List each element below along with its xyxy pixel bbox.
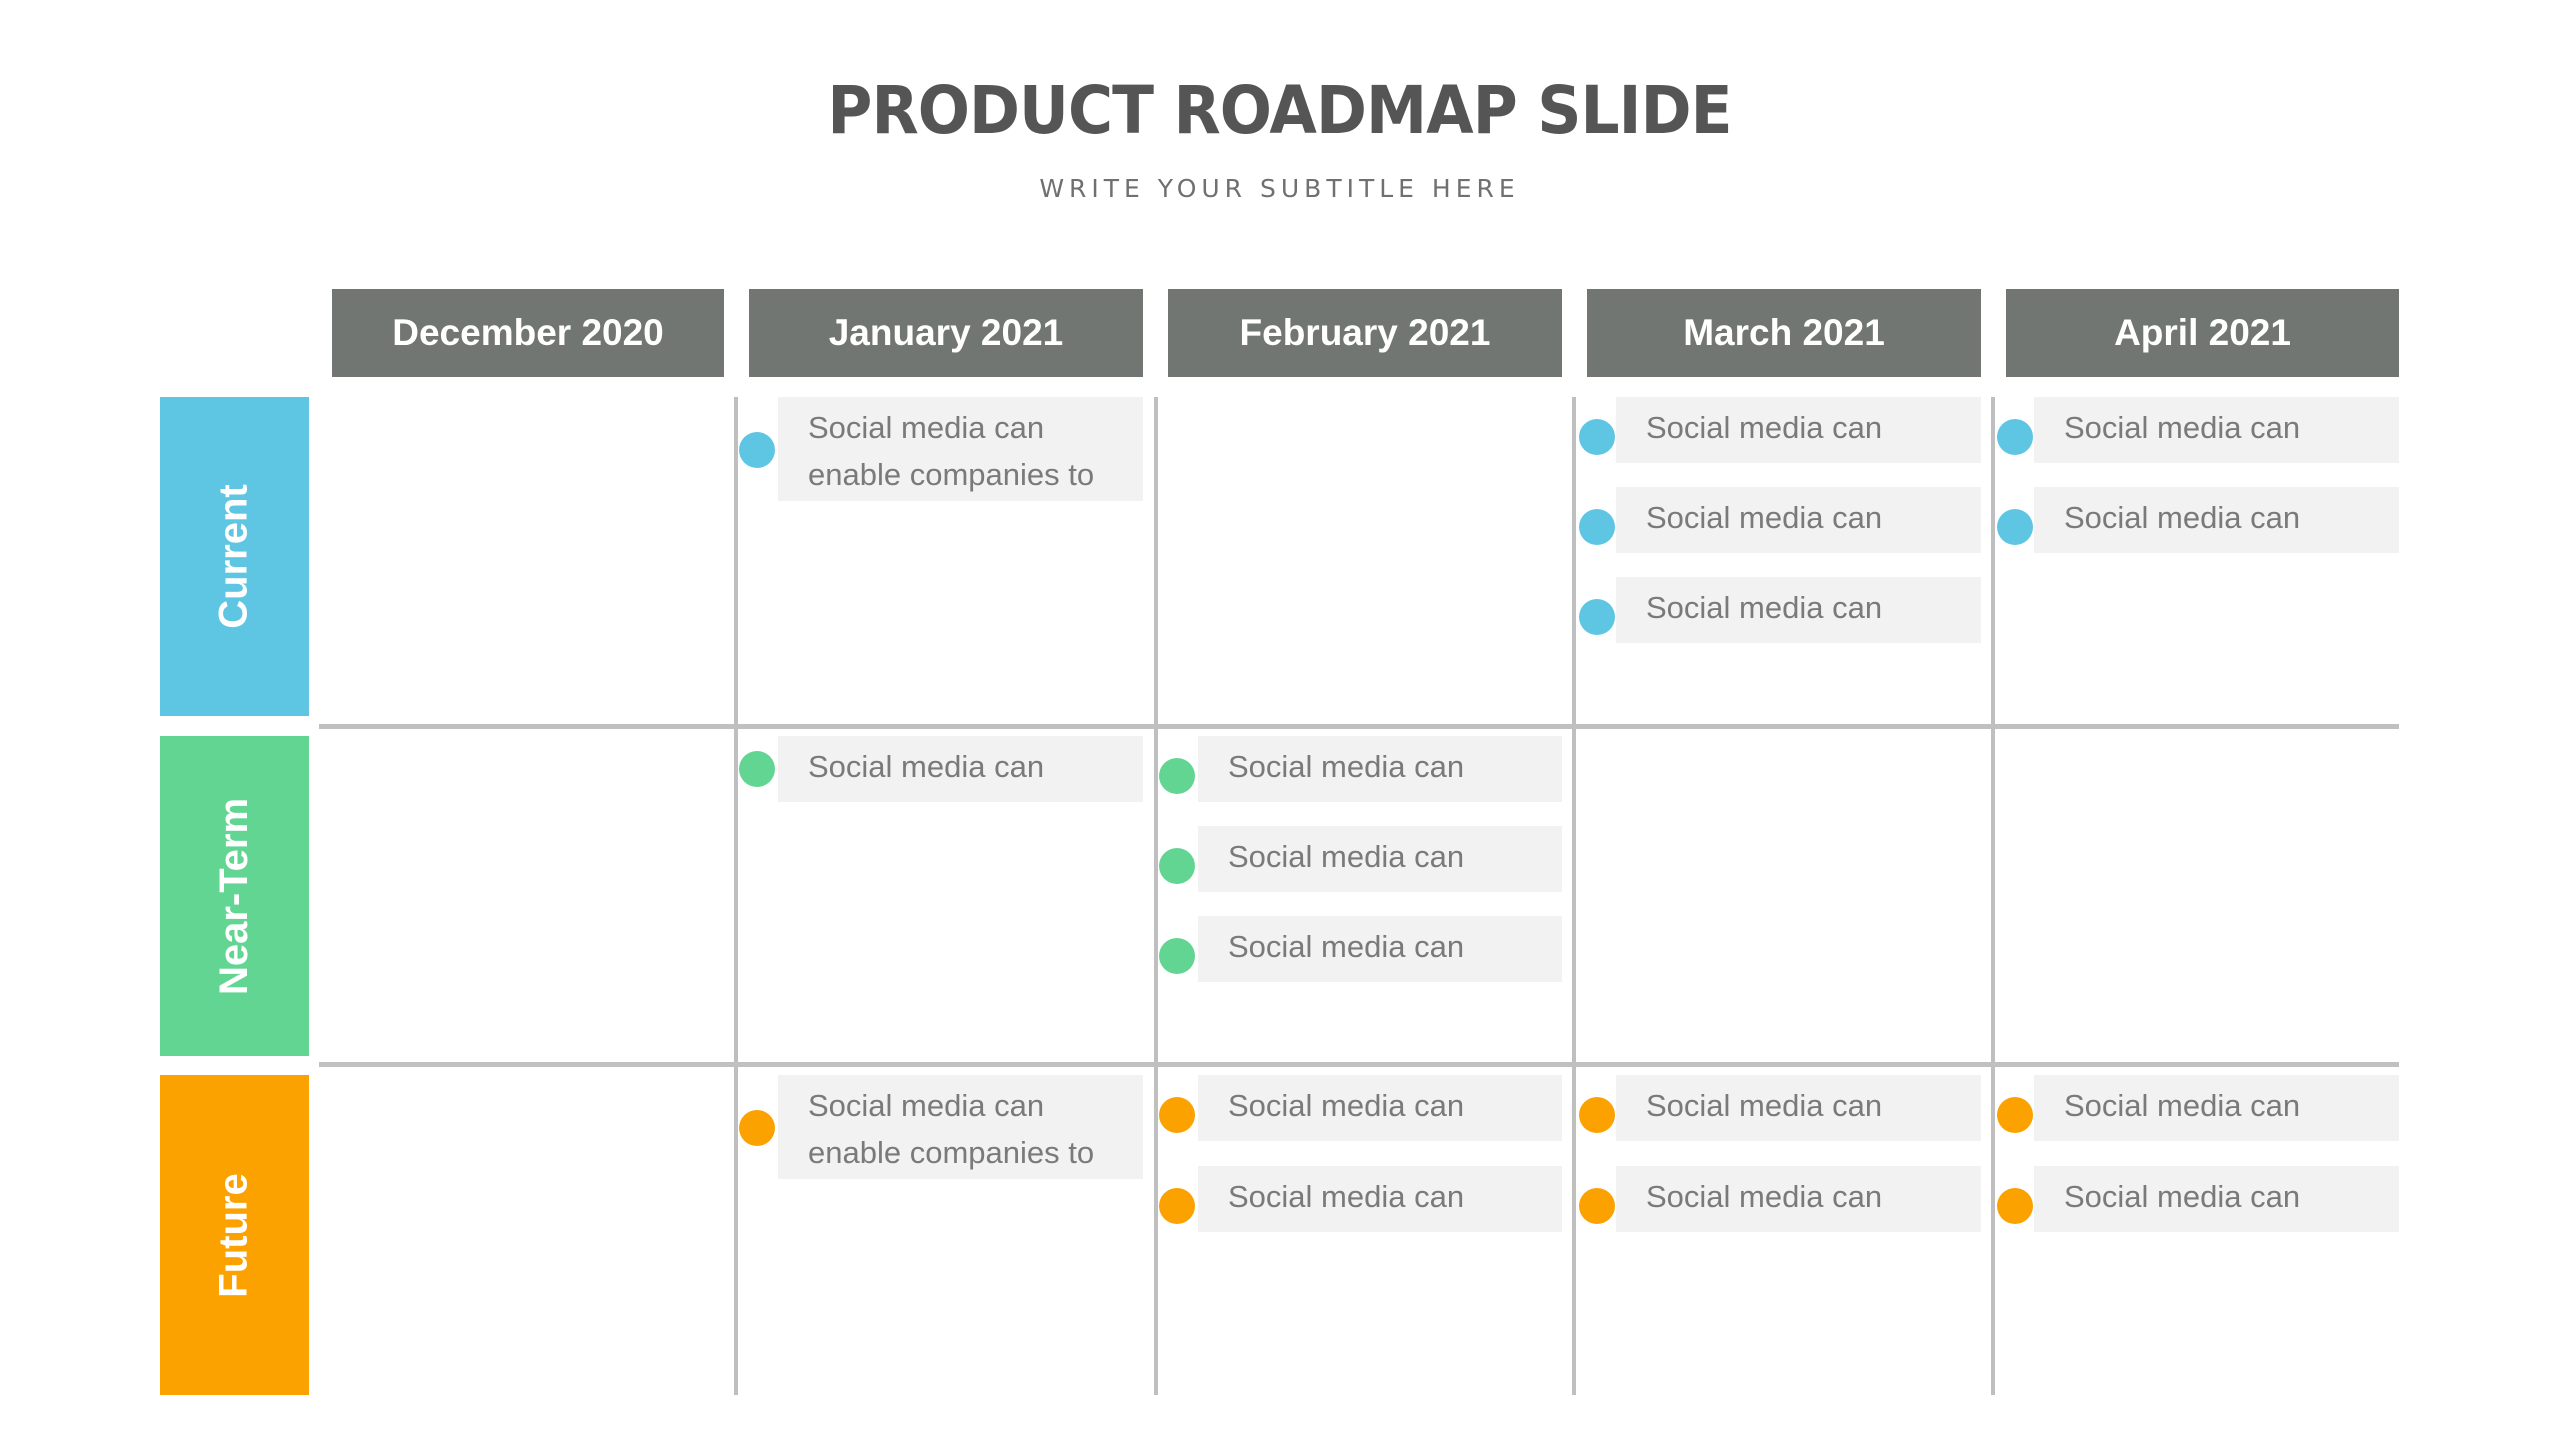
roadmap-item-text: Social media can: [1646, 410, 1883, 445]
column-header-april-2021: April 2021: [2006, 289, 2399, 377]
roadmap-item-text: enable companies to: [808, 1135, 1095, 1170]
roadmap-item-text: Social media can: [1646, 1088, 1883, 1123]
roadmap-item-text: Social media can: [2064, 1179, 2301, 1214]
grid-divider-horizontal: [319, 724, 2399, 729]
roadmap-item-card: Social media can: [1616, 397, 1981, 463]
column-header-january-2021: January 2021: [749, 289, 1143, 377]
status-dot-near-term-icon: [1159, 848, 1195, 884]
status-dot-near-term-icon: [739, 751, 775, 787]
roadmap-item-card: Social media can: [1198, 1166, 1562, 1232]
roadmap-item-card: Social media can: [1616, 487, 1981, 553]
roadmap-item-card: Social media can: [1616, 1166, 1981, 1232]
column-header-label: April 2021: [2114, 312, 2291, 353]
status-dot-future-icon: [1159, 1188, 1195, 1224]
status-dot-current-icon: [1579, 599, 1615, 635]
roadmap-item-text: Social media can: [808, 410, 1045, 445]
roadmap-item-card: Social media can: [1198, 1075, 1562, 1141]
roadmap-item-text: Social media can: [1646, 1179, 1883, 1214]
roadmap-item-card: Social media can: [778, 736, 1143, 802]
roadmap-item-card: Social media can enable companies to: [778, 1075, 1143, 1179]
status-dot-current-icon: [1579, 509, 1615, 545]
column-header-february-2021: February 2021: [1168, 289, 1562, 377]
roadmap-item-text: Social media can: [2064, 410, 2301, 445]
status-dot-future-icon: [1997, 1188, 2033, 1224]
grid-divider-vertical: [1572, 397, 1576, 1395]
roadmap-item-text: Social media can: [1228, 1179, 1465, 1214]
slide-subtitle: WRITE YOUR SUBTITLE HERE: [1039, 174, 1520, 203]
slide-title: PRODUCT ROADMAP SLIDE: [827, 72, 1732, 149]
roadmap-item-text: Social media can: [1646, 590, 1883, 625]
status-dot-near-term-icon: [1159, 938, 1195, 974]
roadmap-item-card: Social media can: [1198, 916, 1562, 982]
column-header-label: January 2021: [828, 312, 1064, 353]
roadmap-item-text: Social media can: [2064, 1088, 2301, 1123]
grid-divider-vertical: [734, 397, 738, 1395]
column-header-december-2020: December 2020: [332, 289, 724, 377]
roadmap-item-card: Social media can: [1616, 1075, 1981, 1141]
roadmap-item-card: Social media can: [2034, 487, 2399, 553]
status-dot-future-icon: [1579, 1188, 1615, 1224]
roadmap-item-text: enable companies to: [808, 457, 1095, 492]
row-tab-current: Current: [160, 397, 309, 716]
grid-divider-vertical: [1991, 397, 1995, 1395]
column-header-label: December 2020: [392, 312, 664, 353]
status-dot-current-icon: [1997, 509, 2033, 545]
row-tab-label: Current: [211, 484, 256, 629]
roadmap-item-text: Social media can: [1228, 1088, 1465, 1123]
status-dot-future-icon: [1997, 1097, 2033, 1133]
row-tab-future: Future: [160, 1075, 309, 1395]
roadmap-item-text: Social media can: [808, 1088, 1045, 1123]
row-tab-label: Future: [212, 1172, 256, 1298]
roadmap-item-text: Social media can: [808, 749, 1045, 784]
roadmap-item-text: Social media can: [1228, 839, 1465, 874]
roadmap-item-card: Social media can enable companies to: [778, 397, 1143, 501]
roadmap-item-text: Social media can: [2064, 500, 2301, 535]
column-header-label: March 2021: [1683, 312, 1885, 353]
roadmap-item-card: Social media can: [1198, 826, 1562, 892]
roadmap-item-card: Social media can: [2034, 1075, 2399, 1141]
row-tab-label: Near-Term: [212, 797, 257, 995]
status-dot-future-icon: [1159, 1097, 1195, 1133]
roadmap-item-text: Social media can: [1646, 500, 1883, 535]
column-header-label: February 2021: [1239, 312, 1491, 353]
status-dot-current-icon: [1579, 419, 1615, 455]
status-dot-future-icon: [1579, 1097, 1615, 1133]
roadmap-item-text: Social media can: [1228, 929, 1465, 964]
status-dot-near-term-icon: [1159, 758, 1195, 794]
status-dot-current-icon: [1997, 419, 2033, 455]
status-dot-future-icon: [739, 1110, 775, 1146]
grid-divider-vertical: [1154, 397, 1158, 1395]
roadmap-item-card: Social media can: [2034, 397, 2399, 463]
column-header-march-2021: March 2021: [1587, 289, 1981, 377]
roadmap-item-text: Social media can: [1228, 749, 1465, 784]
roadmap-item-card: Social media can: [1616, 577, 1981, 643]
roadmap-item-card: Social media can: [1198, 736, 1562, 802]
status-dot-current-icon: [739, 432, 775, 468]
grid-divider-horizontal: [319, 1062, 2399, 1067]
roadmap-item-card: Social media can: [2034, 1166, 2399, 1232]
row-tab-near-term: Near-Term: [160, 736, 309, 1056]
